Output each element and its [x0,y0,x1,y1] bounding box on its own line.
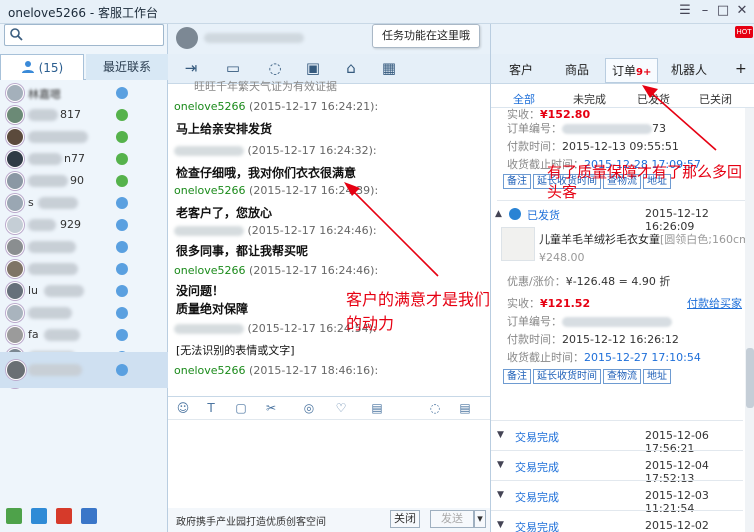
red-arrow-left [344,182,439,277]
annotation-arrows [344,85,717,277]
red-arrow-right [642,85,717,151]
